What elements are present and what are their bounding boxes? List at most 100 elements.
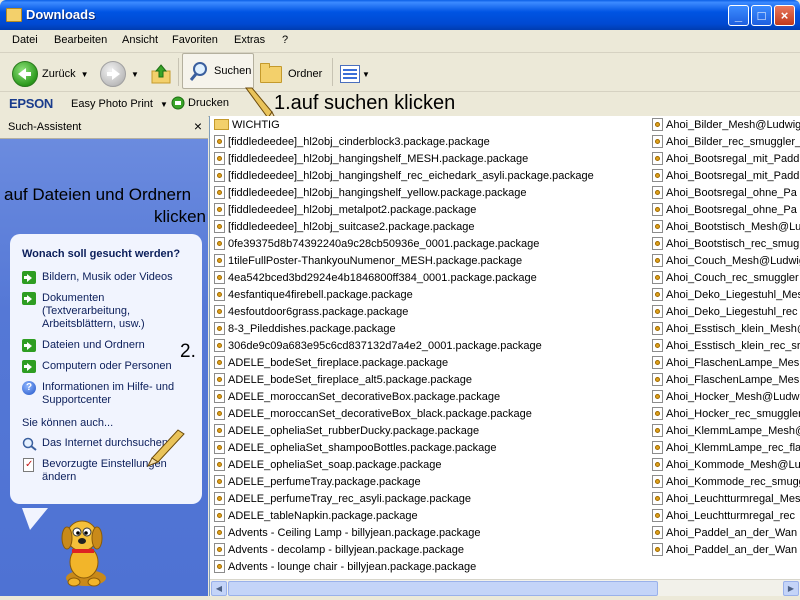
list-item[interactable]: ADELE_bodeSet_fireplace.package.package <box>214 354 644 371</box>
list-item[interactable]: Ahoi_Kommode_Mesh@Lu <box>652 456 800 473</box>
list-item[interactable]: Ahoi_Bootsregal_ohne_Pa <box>652 201 800 218</box>
package-file-icon <box>652 407 663 420</box>
list-item[interactable]: [fiddledeedee]_hl2obj_metalpot2.package.… <box>214 201 644 218</box>
option-pictures-music-videos[interactable]: Bildern, Musik oder Videos <box>22 271 190 284</box>
folder-icon <box>6 8 22 22</box>
option-documents[interactable]: Dokumenten (Textverarbeitung, Arbeitsblä… <box>22 292 190 331</box>
list-item[interactable]: Ahoi_Bootstisch_Mesh@Lu <box>652 218 800 235</box>
title-bar[interactable]: Downloads _ □ × <box>0 0 800 30</box>
list-item[interactable]: Ahoi_FlaschenLampe_Mesh <box>652 354 800 371</box>
up-folder-button[interactable] <box>150 55 172 93</box>
search-assistant-panel: Such-Assistent × auf Dateien und Ordnern… <box>0 116 208 600</box>
list-item[interactable]: Ahoi_Paddel_an_der_Wan <box>652 541 800 558</box>
list-item[interactable]: Ahoi_Hocker_Mesh@Ludwi <box>652 388 800 405</box>
list-item[interactable]: 4ea542bced3bd2924e4b1846800ff384_0001.pa… <box>214 269 644 286</box>
list-item[interactable]: Advents - decolamp - billyjean.package.p… <box>214 541 644 558</box>
print-button[interactable]: Drucken <box>171 96 229 110</box>
list-item[interactable]: Ahoi_FlaschenLampe_Mesh <box>652 371 800 388</box>
package-file-icon <box>214 509 225 522</box>
chevron-down-icon[interactable]: ▼ <box>131 70 139 79</box>
list-item[interactable]: Ahoi_Bilder_Mesh@Ludwig <box>652 116 800 133</box>
list-item[interactable]: 4esfantique4firebell.package.package <box>214 286 644 303</box>
list-item[interactable]: [fiddledeedee]_hl2obj_suitcase2.package.… <box>214 218 644 235</box>
views-button[interactable]: ▼ <box>340 55 370 93</box>
list-item[interactable]: 0fe39375d8b74392240a9c28cb50936e_0001.pa… <box>214 235 644 252</box>
option-computers-or-people[interactable]: Computern oder Personen <box>22 360 190 373</box>
list-item[interactable]: 306de9c09a683e95c6cd837132d7a4e2_0001.pa… <box>214 337 644 354</box>
menu-ansicht[interactable]: Ansicht <box>122 34 158 46</box>
list-item[interactable]: [fiddledeedee]_hl2obj_hangingshelf_yello… <box>214 184 644 201</box>
back-button[interactable]: Zurück ▼ <box>12 55 89 93</box>
folders-label: Ordner <box>288 68 323 80</box>
maximize-icon: □ <box>757 8 766 23</box>
list-item[interactable]: ADELE_opheliaSet_shampooBottles.package.… <box>214 439 644 456</box>
scroll-left-icon[interactable]: ◀ <box>211 581 227 596</box>
option-files-and-folders[interactable]: Dateien und Ordnern <box>22 339 190 352</box>
search-dog-icon[interactable] <box>52 516 116 590</box>
list-item[interactable]: Ahoi_KlemmLampe_Mesh@ <box>652 422 800 439</box>
back-arrow-icon <box>12 61 38 87</box>
package-file-icon <box>214 152 225 165</box>
menu-help[interactable]: ? <box>282 34 288 46</box>
list-item[interactable]: Ahoi_Couch_rec_smuggler <box>652 269 800 286</box>
list-item[interactable]: Ahoi_Bootstisch_rec_smug <box>652 235 800 252</box>
list-item[interactable]: ADELE_bodeSet_fireplace_alt5.package.pac… <box>214 371 644 388</box>
list-item[interactable]: [fiddledeedee]_hl2obj_hangingshelf_MESH.… <box>214 150 644 167</box>
close-icon[interactable]: × <box>194 118 202 134</box>
option-help-and-support[interactable]: ? Informationen im Hilfe- und Supportcen… <box>22 381 190 407</box>
package-file-icon <box>214 186 225 199</box>
easy-photo-print-button[interactable]: Easy Photo Print ▼ <box>71 98 168 110</box>
list-item[interactable]: 4esfoutdoor6grass.package.package <box>214 303 644 320</box>
list-item[interactable]: Ahoi_Leuchtturmregal_rec <box>652 507 800 524</box>
scrollbar-thumb[interactable] <box>228 581 658 596</box>
list-item[interactable]: [fiddledeedee]_hl2obj_cinderblock3.packa… <box>214 133 644 150</box>
list-item[interactable]: Ahoi_Kommode_rec_smugg <box>652 473 800 490</box>
package-file-icon <box>214 169 225 182</box>
list-item[interactable]: ADELE_perfumeTray.package.package <box>214 473 644 490</box>
list-item[interactable]: ADELE_opheliaSet_rubberDucky.package.pac… <box>214 422 644 439</box>
list-item[interactable]: Ahoi_Paddel_an_der_Wan <box>652 524 800 541</box>
maximize-button[interactable]: □ <box>751 5 772 26</box>
file-name: Ahoi_Deko_Liegestuhl_Mes <box>666 288 800 301</box>
list-item[interactable]: WICHTIG <box>214 116 644 133</box>
file-name: [fiddledeedee]_hl2obj_metalpot2.package.… <box>228 203 477 216</box>
list-item[interactable]: 1tileFullPoster-ThankyouNumenor_MESH.pac… <box>214 252 644 269</box>
list-item[interactable]: Advents - lounge chair - billyjean.packa… <box>214 558 644 575</box>
file-list[interactable]: WICHTIG [fiddledeedee]_hl2obj_cinderbloc… <box>209 116 800 600</box>
chevron-down-icon[interactable]: ▼ <box>81 70 89 79</box>
list-item[interactable]: Advents - Ceiling Lamp - billyjean.packa… <box>214 524 644 541</box>
search-button[interactable]: Suchen <box>182 53 254 89</box>
list-item[interactable]: Ahoi_Esstisch_klein_Mesh@ <box>652 320 800 337</box>
list-item[interactable]: Ahoi_Couch_Mesh@Ludwig <box>652 252 800 269</box>
list-item[interactable]: [fiddledeedee]_hl2obj_hangingshelf_rec_e… <box>214 167 644 184</box>
list-item[interactable]: Ahoi_Bilder_rec_smuggler_ <box>652 133 800 150</box>
list-item[interactable]: Ahoi_Bootsregal_mit_Padd <box>652 150 800 167</box>
list-item[interactable]: ADELE_tableNapkin.package.package <box>214 507 644 524</box>
package-file-icon <box>652 339 663 352</box>
list-item[interactable]: Ahoi_Esstisch_klein_rec_sr <box>652 337 800 354</box>
file-name: Ahoi_KlemmLampe_rec_fla <box>666 441 800 454</box>
forward-button[interactable]: ▼ <box>100 55 139 93</box>
list-item[interactable]: Ahoi_Hocker_rec_smuggler <box>652 405 800 422</box>
close-button[interactable]: × <box>774 5 795 26</box>
list-item[interactable]: Ahoi_Deko_Liegestuhl_rec <box>652 303 800 320</box>
list-item[interactable]: Ahoi_KlemmLampe_rec_fla <box>652 439 800 456</box>
menu-bearbeiten[interactable]: Bearbeiten <box>54 34 107 46</box>
status-bar <box>0 596 800 600</box>
scroll-right-icon[interactable]: ▶ <box>783 581 799 596</box>
menu-extras[interactable]: Extras <box>234 34 265 46</box>
horizontal-scrollbar[interactable]: ◀ ▶ <box>210 579 800 597</box>
list-item[interactable]: Ahoi_Deko_Liegestuhl_Mes <box>652 286 800 303</box>
package-file-icon <box>214 305 225 318</box>
list-item[interactable]: ADELE_moroccanSet_decorativeBox_black.pa… <box>214 405 644 422</box>
list-item[interactable]: ADELE_moroccanSet_decorativeBox.package.… <box>214 388 644 405</box>
list-item[interactable]: Ahoi_Bootsregal_ohne_Pa <box>652 184 800 201</box>
list-item[interactable]: 8-3_Pileddishes.package.package <box>214 320 644 337</box>
list-item[interactable]: Ahoi_Leuchtturmregal_Mes <box>652 490 800 507</box>
menu-datei[interactable]: Datei <box>12 34 38 46</box>
list-item[interactable]: ADELE_opheliaSet_soap.package.package <box>214 456 644 473</box>
list-item[interactable]: Ahoi_Bootsregal_mit_Padd <box>652 167 800 184</box>
minimize-button[interactable]: _ <box>728 5 749 26</box>
list-item[interactable]: ADELE_perfumeTray_rec_asyli.package.pack… <box>214 490 644 507</box>
menu-favoriten[interactable]: Favoriten <box>172 34 218 46</box>
